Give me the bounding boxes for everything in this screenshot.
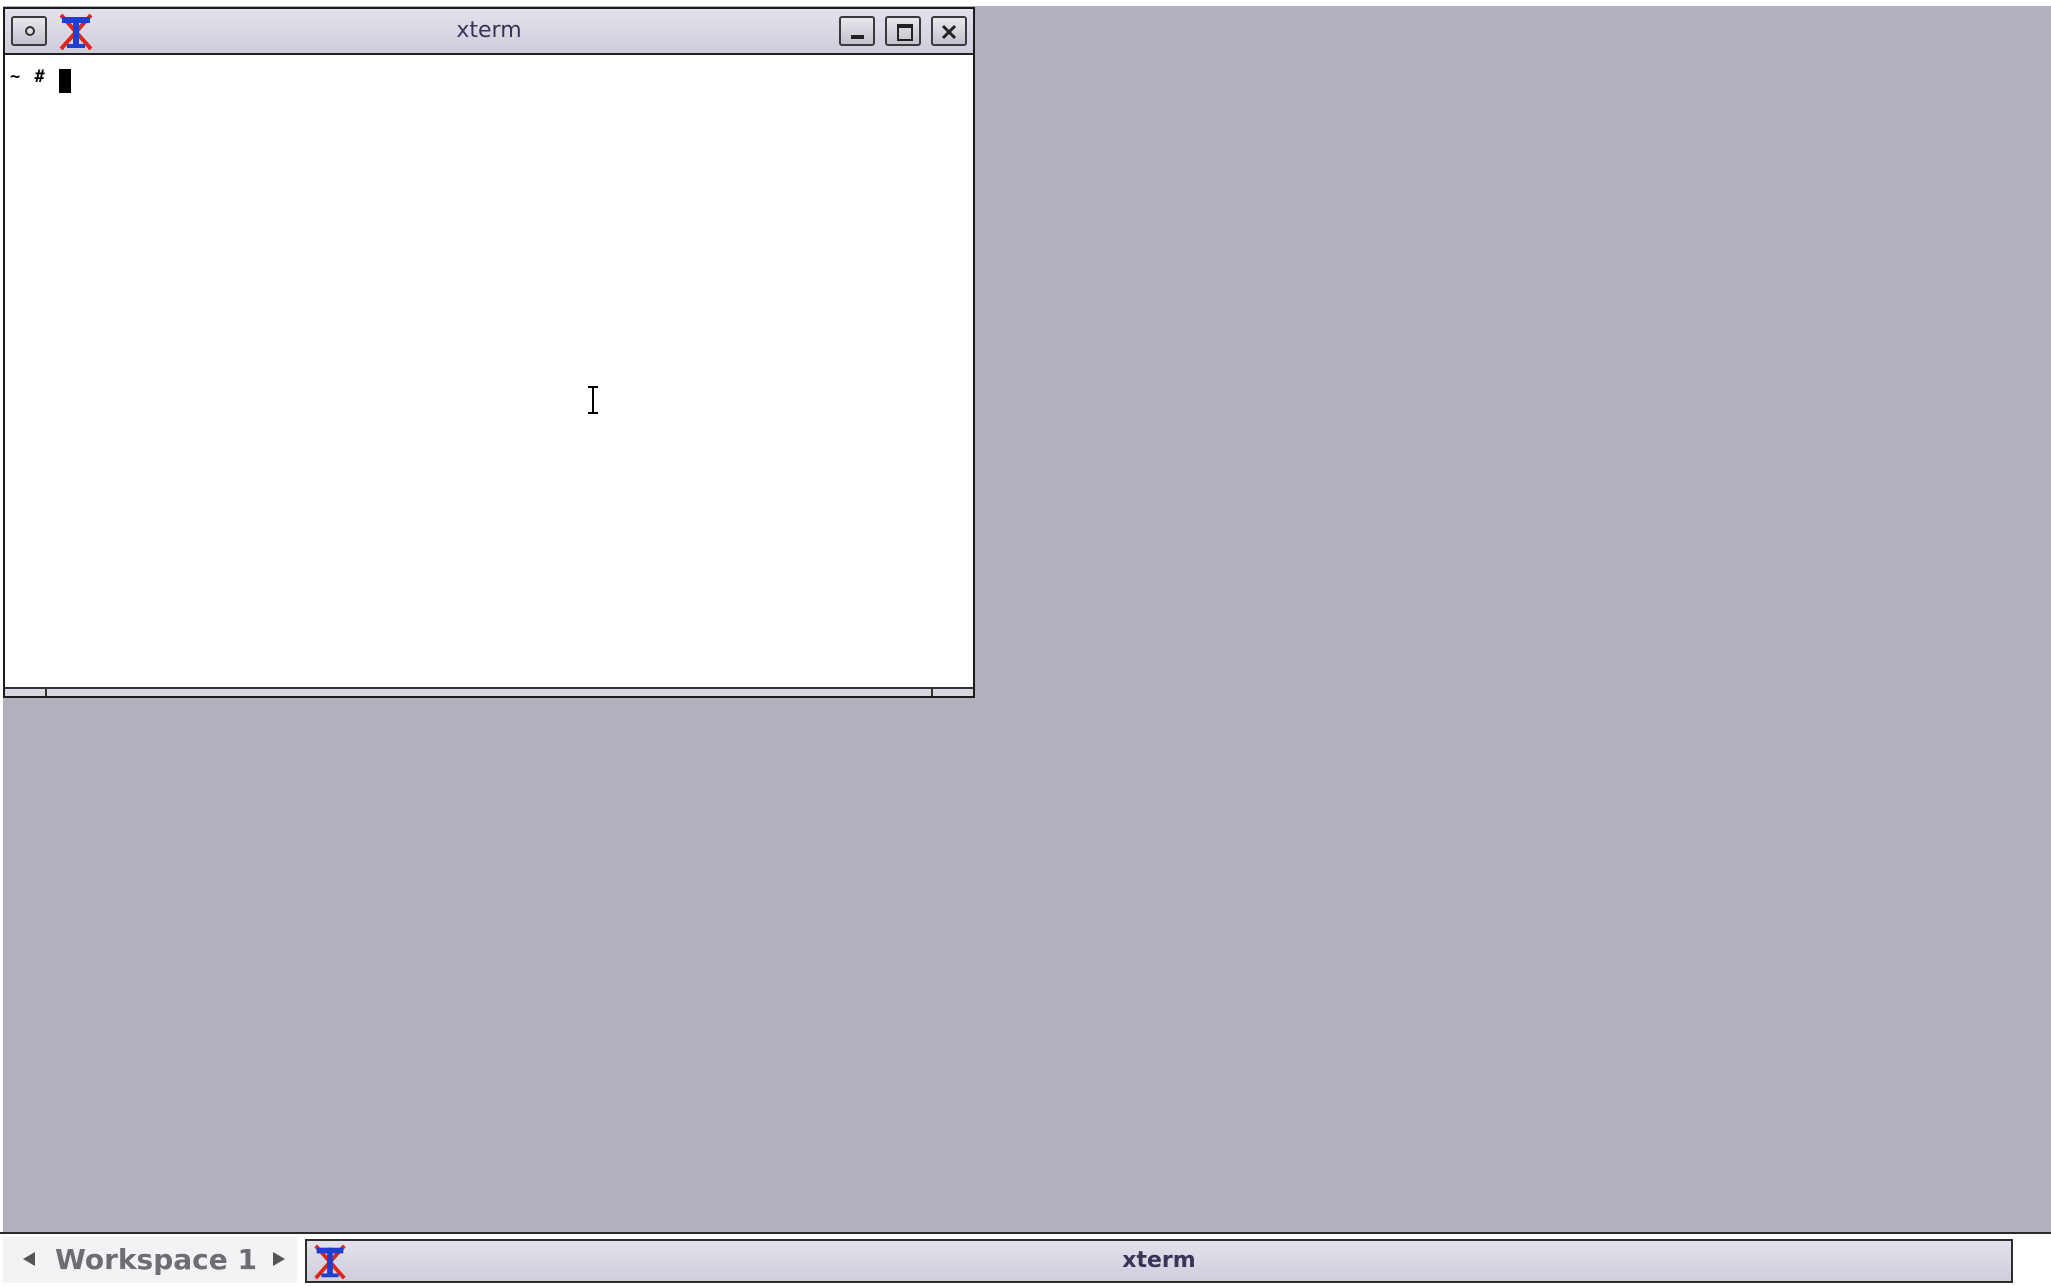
workspace-label[interactable]: Workspace 1 (55, 1237, 257, 1283)
system-tray (2015, 1237, 2048, 1283)
window-resize-bar[interactable] (5, 687, 973, 696)
minimize-button[interactable] (839, 16, 875, 46)
taskbar-item-xterm[interactable]: xterm (305, 1239, 2013, 1283)
xterm-window[interactable]: xterm ~ # (3, 7, 975, 698)
close-button[interactable] (931, 16, 967, 46)
resize-grip-right[interactable] (931, 689, 933, 696)
desktop-background[interactable]: xterm ~ # (0, 0, 2051, 1232)
minimize-icon (851, 35, 864, 39)
close-icon (941, 24, 957, 40)
maximize-button[interactable] (885, 16, 921, 46)
resize-grip-left[interactable] (45, 689, 47, 696)
triangle-right-icon[interactable] (267, 1247, 291, 1271)
shell-prompt: ~ # (10, 67, 47, 87)
screen-left-edge (0, 0, 3, 1287)
window-titlebar[interactable]: xterm (5, 9, 973, 55)
taskbar: Workspace 1 xterm (0, 1232, 2051, 1287)
text-cursor (59, 69, 71, 93)
ibeam-pointer-icon (588, 386, 598, 414)
window-title: xterm (456, 18, 522, 43)
workspace-switcher[interactable]: Workspace 1 (3, 1237, 297, 1283)
maximize-icon (897, 24, 913, 41)
screen-top-edge (0, 0, 2051, 6)
terminal-text-area[interactable]: ~ # (5, 55, 973, 689)
taskbar-item-label: xterm (1122, 1248, 1196, 1273)
triangle-left-icon[interactable] (17, 1247, 41, 1271)
